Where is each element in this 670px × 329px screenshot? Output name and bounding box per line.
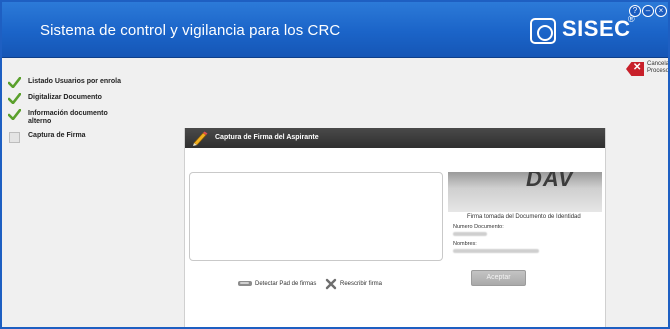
brand-logo-icon: [530, 18, 556, 44]
signature-capture-panel: Captura de Firma del Aspirante DAV Firma…: [184, 128, 606, 327]
document-signature-caption: Firma tomada del Documento de Identidad: [467, 214, 581, 220]
checkmark-icon: [8, 93, 21, 104]
doc-number-value: [453, 232, 487, 236]
step-label: Captura de Firma: [28, 132, 86, 139]
document-signature-image: DAV: [448, 172, 602, 212]
brand-name: SISEC: [562, 16, 631, 41]
signature-pad-icon: [238, 281, 252, 286]
checkmark-icon: [8, 77, 21, 88]
names-label: Nombres:: [453, 241, 477, 247]
accept-button[interactable]: Aceptar: [471, 270, 526, 286]
app-title: Sistema de control y vigilancia para los…: [40, 22, 341, 39]
step-label: Listado Usuarios por enrola: [28, 78, 121, 85]
step-item: Digitalizar Documento: [8, 93, 168, 107]
names-value: [453, 249, 539, 253]
pending-step-icon: [9, 132, 20, 143]
checkmark-icon: [8, 109, 21, 120]
panel-header: Captura de Firma del Aspirante: [185, 128, 605, 148]
doc-number-label: Numero Documento:: [453, 224, 504, 230]
rewrite-signature-label: Reescribir firma: [340, 281, 383, 287]
signature-scribble: DAV: [526, 172, 574, 191]
cancel-process-label: Cancelar Proceso: [647, 61, 670, 74]
signature-pad[interactable]: [189, 172, 443, 261]
panel-title: Captura de Firma del Aspirante: [215, 134, 319, 141]
pen-icon: [193, 131, 208, 146]
title-bar: Sistema de control y vigilancia para los…: [2, 2, 668, 58]
cancel-process-button[interactable]: ✕ Cancelar Proceso: [626, 61, 670, 79]
step-item: Captura de Firma: [8, 131, 168, 145]
app-window: Sistema de control y vigilancia para los…: [0, 0, 670, 329]
step-item: Información documento alterno: [8, 109, 168, 129]
cancel-icon: ✕: [626, 62, 644, 76]
detect-pad-label: Detectar Pad de firmas: [255, 281, 317, 287]
step-label: Digitalizar Documento: [28, 94, 102, 101]
wizard-steps: Listado Usuarios por enrola Digitalizar …: [8, 77, 168, 147]
help-button[interactable]: ?: [629, 5, 641, 17]
step-item: Listado Usuarios por enrola: [8, 77, 168, 91]
close-button[interactable]: ×: [655, 5, 667, 17]
step-label: Información documento alterno: [28, 110, 108, 125]
minimize-button[interactable]: –: [642, 5, 654, 17]
erase-icon: [325, 278, 337, 290]
